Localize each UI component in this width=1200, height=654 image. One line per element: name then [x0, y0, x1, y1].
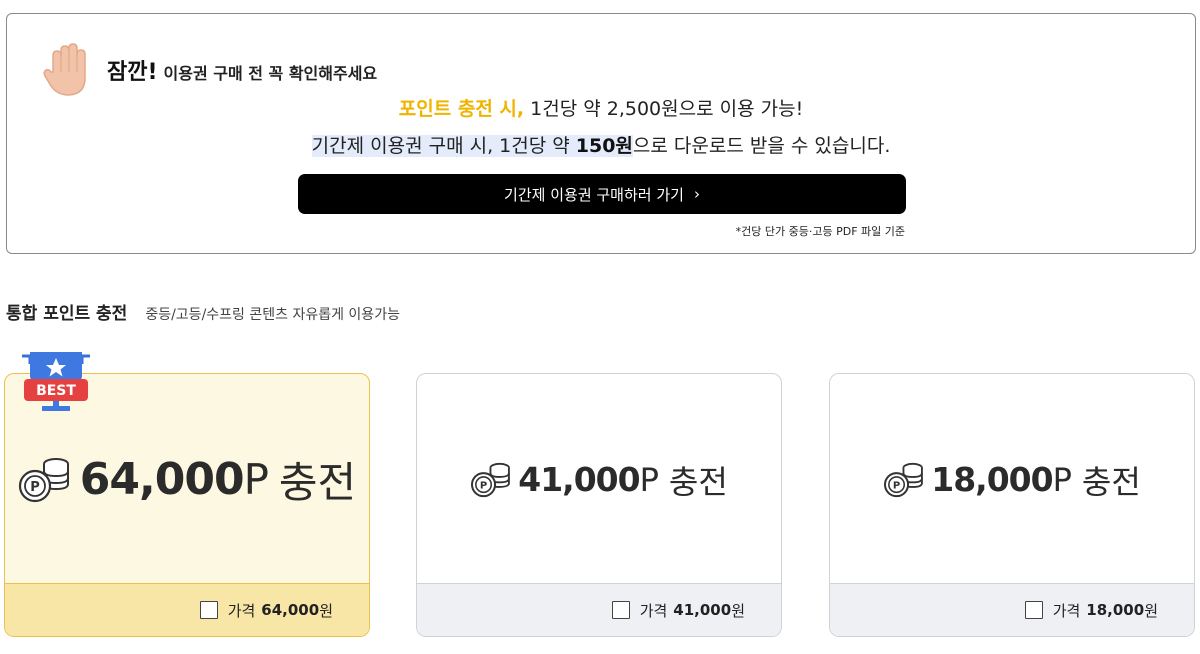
card-amount: P 18,000 P 충전 [883, 457, 1141, 503]
price-value: 18,000 [1086, 601, 1145, 619]
price-unit: 원 [1144, 601, 1158, 620]
coin-stack-icon: P [18, 457, 69, 502]
notice-title-sub: 이용권 구매 전 꼭 확인해주세요 [163, 64, 378, 83]
raised-hand-icon [43, 43, 86, 96]
point-amount: 18,000 [931, 460, 1053, 499]
select-checkbox[interactable] [1024, 601, 1043, 619]
notice-title: 잠깐! 이용권 구매 전 꼭 확인해주세요 [107, 54, 377, 86]
coin-stack-icon: P [471, 462, 511, 497]
section-title: 통합 포인트 충전 [6, 304, 128, 324]
notice-point-info: 포인트 충전 시, 1건당 약 2,500원으로 이용 가능! [7, 94, 1195, 121]
card-footer: 가격 64,000 원 [5, 583, 369, 636]
card-footer: 가격 18,000 원 [830, 583, 1194, 636]
select-checkbox[interactable] [199, 601, 218, 619]
point-suffix: 충전 [1081, 462, 1141, 501]
notice-header: 잠깐! 이용권 구매 전 꼭 확인해주세요 [39, 42, 377, 98]
point-card-41000[interactable]: P 41,000 P 충전 가격 41,000 원 [416, 373, 782, 637]
point-suffix: 충전 [668, 462, 728, 501]
best-badge-label: BEST [36, 383, 76, 399]
card-amount: P 41,000 P 충전 [470, 457, 728, 503]
point-unit: P [243, 455, 269, 504]
point-card-18000[interactable]: P 18,000 P 충전 가격 18,000 원 [829, 373, 1195, 637]
point-unit: P [639, 460, 659, 499]
notice-title-strong: 잠깐! [107, 60, 158, 85]
point-amount: 64,000 [79, 454, 245, 505]
notice-subscription-info: 기간제 이용권 구매 시, 1건당 약 150원으로 다운로드 받을 수 있습니… [7, 131, 1195, 158]
price-unit: 원 [731, 601, 745, 620]
price-unit: 원 [319, 601, 333, 620]
card-footer: 가격 41,000 원 [417, 583, 781, 636]
price-label: 가격 [639, 601, 668, 620]
coin-stack-icon: P [884, 462, 924, 497]
price-label: 가격 [227, 601, 256, 620]
subscription-cta-button[interactable]: 기간제 이용권 구매하러 가기 › [298, 174, 906, 214]
chevron-right-icon: › [693, 185, 700, 203]
point-unit: P [1052, 460, 1072, 499]
notice-footnote: *건당 단가 중등·고등 PDF 파일 기준 [735, 225, 905, 238]
cta-label: 기간제 이용권 구매하러 가기 [504, 185, 684, 204]
section-description: 중등/고등/수프링 콘텐츠 자유롭게 이용가능 [145, 307, 400, 323]
notice-point-highlight: 포인트 충전 시, [398, 98, 525, 120]
point-amount: 41,000 [518, 460, 640, 499]
notice-box: 잠깐! 이용권 구매 전 꼭 확인해주세요 포인트 충전 시, 1건당 약 2,… [6, 13, 1196, 254]
price-value: 64,000 [261, 601, 320, 619]
select-checkbox[interactable] [611, 601, 630, 619]
price-label: 가격 [1052, 601, 1081, 620]
notice-subscription-text-end: 으로 다운로드 받을 수 있습니다. [632, 135, 891, 157]
price-value: 41,000 [673, 601, 732, 619]
notice-point-text: 1건당 약 2,500원으로 이용 가능! [524, 98, 804, 120]
best-badge: BEST [22, 352, 90, 411]
notice-subscription-price: 150원 [575, 135, 633, 157]
point-suffix: 충전 [278, 458, 357, 507]
notice-subscription-marked: 기간제 이용권 구매 시, 1건당 약 150원 [311, 135, 633, 157]
coin-letter: P [893, 480, 900, 491]
section-header: 통합 포인트 충전 중등/고등/수프링 콘텐츠 자유롭게 이용가능 [6, 299, 400, 324]
card-body: P 41,000 P 충전 [417, 374, 781, 585]
coin-letter: P [30, 480, 40, 495]
card-body: P 18,000 P 충전 [830, 374, 1194, 585]
card-amount: P 64,000 P 충전 [18, 449, 356, 510]
notice-subscription-text: 기간제 이용권 구매 시, 1건당 약 [311, 135, 576, 157]
coin-letter: P [480, 480, 487, 491]
